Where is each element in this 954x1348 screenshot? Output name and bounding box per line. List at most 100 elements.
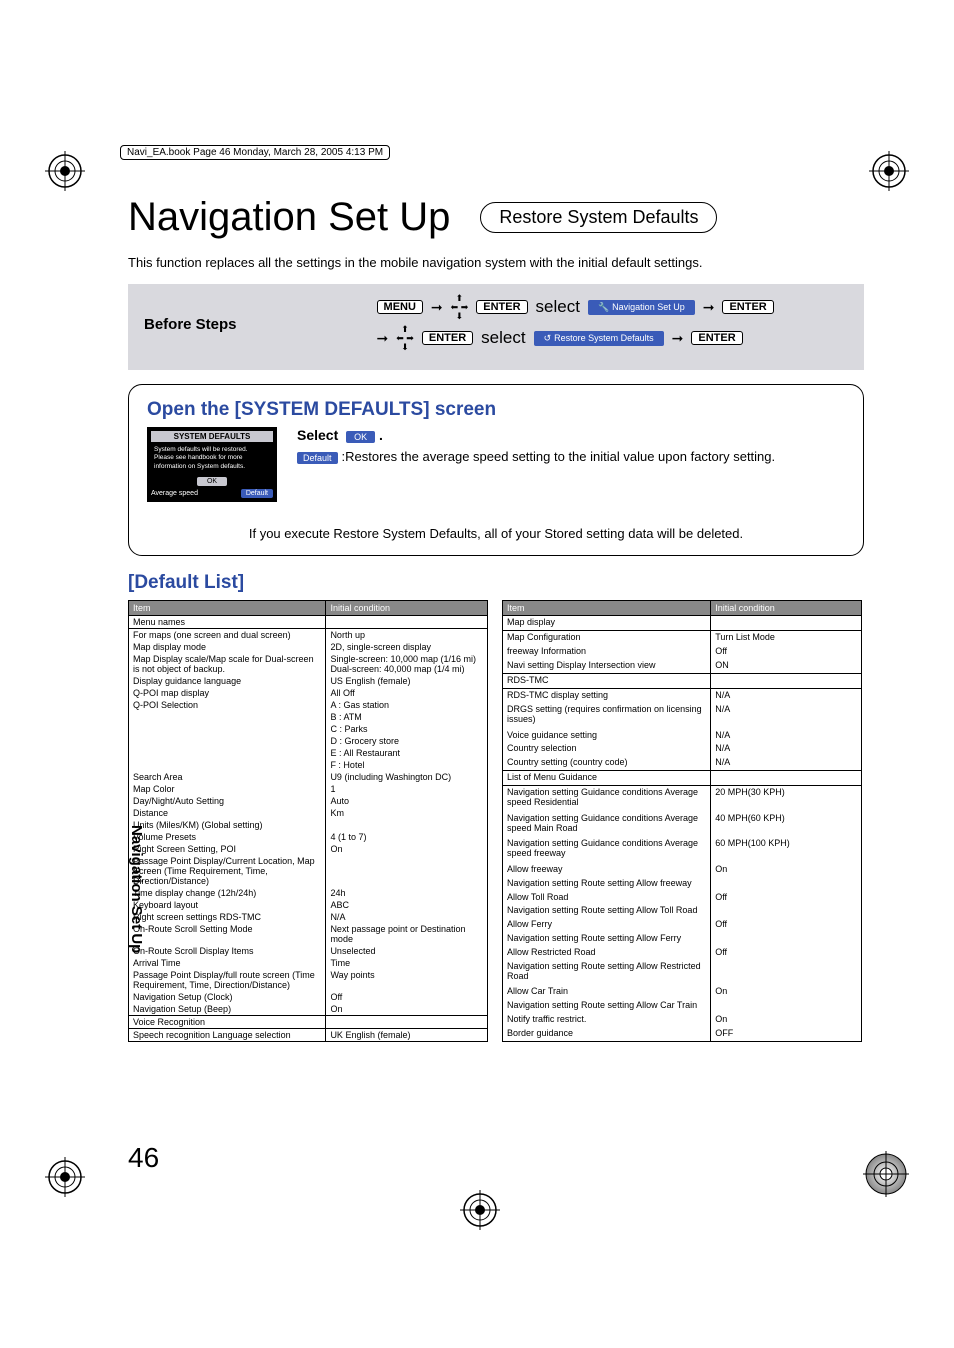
table-row: Keyboard layoutABC bbox=[129, 899, 488, 911]
table-row: Display guidance languageUS English (fem… bbox=[129, 675, 488, 687]
table-row: Q-POI SelectionA : Gas station bbox=[129, 699, 488, 711]
table-row: Allow freewayOn bbox=[503, 863, 862, 877]
table-row: Q-POI map displayAll Off bbox=[129, 687, 488, 699]
table-row: Country setting (country code)N/A bbox=[503, 756, 862, 770]
table-row: Navigation setting Guidance conditions A… bbox=[503, 786, 862, 812]
enter-button[interactable]: ENTER bbox=[722, 300, 773, 314]
page-title: Navigation Set Up bbox=[128, 195, 450, 240]
table-row: Right screen settings RDS-TMCN/A bbox=[129, 911, 488, 923]
select-label: select bbox=[536, 297, 580, 317]
table-row: RDS-TMC bbox=[503, 674, 862, 689]
intro-text: This function replaces all the settings … bbox=[128, 255, 864, 272]
table-row: Allow FerryOff bbox=[503, 918, 862, 932]
nav-setup-chip[interactable]: 🔧 Navigation Set Up bbox=[588, 300, 695, 315]
default-list-table-2: ItemInitial condition Map displayMap Con… bbox=[502, 600, 862, 1042]
table-row: DistanceKm bbox=[129, 807, 488, 819]
table-row: Units (Miles/KM) (Global setting) bbox=[129, 819, 488, 831]
table-row: Passage Point Display/full route screen … bbox=[129, 969, 488, 991]
table-row: For maps (one screen and dual screen)Nor… bbox=[129, 629, 488, 642]
flow-row-2: ➞ ⬆⬅ ➡⬇ ENTER select ↺ Restore System De… bbox=[377, 325, 848, 352]
restore-chip[interactable]: ↺ Restore System Defaults bbox=[534, 331, 664, 346]
enter-button[interactable]: ENTER bbox=[691, 331, 742, 345]
table-row: Day/Night/Auto SettingAuto bbox=[129, 795, 488, 807]
table-row: B : ATM bbox=[129, 711, 488, 723]
table-row: freeway InformationOff bbox=[503, 645, 862, 659]
crop-mark-tc bbox=[460, 1190, 500, 1230]
page-number: 46 bbox=[128, 1142, 159, 1174]
nav-cross-icon: ⬆⬅ ➡⬇ bbox=[451, 294, 469, 321]
table-row: Navigation setting Route setting Allow F… bbox=[503, 932, 862, 946]
table-row: Navigation Setup (Clock)Off bbox=[129, 991, 488, 1003]
open-box: Open the [SYSTEM DEFAULTS] screen SYSTEM… bbox=[128, 384, 864, 556]
table-row: Allow Toll RoadOff bbox=[503, 891, 862, 905]
table-row: E : All Restaurant bbox=[129, 747, 488, 759]
system-defaults-screenshot: SYSTEM DEFAULTS System defaults will be … bbox=[147, 427, 277, 502]
table-row: DRGS setting (requires confirmation on l… bbox=[503, 703, 862, 728]
warning-text: If you execute Restore System Defaults, … bbox=[147, 526, 845, 541]
table-row: Map display bbox=[503, 616, 862, 631]
table-row: Voice Recognition bbox=[129, 1016, 488, 1029]
arrow-icon: ➞ bbox=[672, 330, 684, 347]
table-row: Map ConfigurationTurn List Mode bbox=[503, 631, 862, 645]
header-info: Navi_EA.book Page 46 Monday, March 28, 2… bbox=[120, 145, 390, 160]
default-list-table-1: ItemInitial condition Menu namesFor maps… bbox=[128, 600, 488, 1042]
select-label: select bbox=[481, 328, 525, 348]
table-row: F : Hotel bbox=[129, 759, 488, 771]
table-row: RDS-TMC display settingN/A bbox=[503, 689, 862, 703]
table-row: Navigation setting Route setting Allow R… bbox=[503, 960, 862, 985]
arrow-icon: ➞ bbox=[431, 299, 443, 316]
table-row: Speech recognition Language selectionUK … bbox=[129, 1029, 488, 1042]
table-row: Country selectionN/A bbox=[503, 742, 862, 756]
table-row: Notify traffic restrict.On bbox=[503, 1013, 862, 1027]
table-row: Passage Point Display/Current Location, … bbox=[129, 855, 488, 887]
ok-button[interactable]: OK bbox=[197, 477, 227, 486]
table-row: Right Screen Setting, POIOn bbox=[129, 843, 488, 855]
select-line: Select OK . bbox=[297, 427, 845, 443]
crop-mark-bl bbox=[45, 1157, 85, 1197]
crop-mark-tr bbox=[869, 151, 909, 191]
default-button[interactable]: Default bbox=[241, 489, 273, 498]
arrow-icon: ➞ bbox=[703, 299, 715, 316]
enter-button[interactable]: ENTER bbox=[422, 331, 473, 345]
before-steps-label: Before Steps bbox=[144, 316, 237, 333]
nav-cross-icon: ⬆⬅ ➡⬇ bbox=[396, 325, 414, 352]
table-row: Border guidanceOFF bbox=[503, 1027, 862, 1042]
table-row: Volume Presets4 (1 to 7) bbox=[129, 831, 488, 843]
table-row: Navigation Setup (Beep)On bbox=[129, 1003, 488, 1016]
table-row: D : Grocery store bbox=[129, 735, 488, 747]
table-row: Map display mode2D, single-screen displa… bbox=[129, 641, 488, 653]
table-row: Map Display scale/Map scale for Dual-scr… bbox=[129, 653, 488, 675]
crop-mark-br bbox=[863, 1151, 909, 1197]
restore-description: Default:Restores the average speed setti… bbox=[297, 449, 845, 466]
table-row: Menu names bbox=[129, 616, 488, 629]
table-row: C : Parks bbox=[129, 723, 488, 735]
default-chip[interactable]: Default bbox=[297, 452, 338, 464]
table-row: On-Route Scroll Display ItemsUnselected bbox=[129, 945, 488, 957]
before-steps-box: Before Steps MENU ➞ ⬆⬅ ➡⬇ ENTER select 🔧… bbox=[128, 284, 864, 370]
menu-button[interactable]: MENU bbox=[377, 300, 423, 314]
table-row: On-Route Scroll Setting ModeNext passage… bbox=[129, 923, 488, 945]
table-row: Map Color1 bbox=[129, 783, 488, 795]
flow-row-1: MENU ➞ ⬆⬅ ➡⬇ ENTER select 🔧 Navigation S… bbox=[377, 294, 848, 321]
table-row: List of Menu Guidance bbox=[503, 771, 862, 786]
ok-chip[interactable]: OK bbox=[346, 431, 375, 443]
table-row: Search AreaU9 (including Washington DC) bbox=[129, 771, 488, 783]
default-list-title: [Default List] bbox=[128, 572, 864, 594]
sub-title: Restore System Defaults bbox=[480, 202, 717, 233]
table-row: Arrival TimeTime bbox=[129, 957, 488, 969]
side-tab: Navigation Set Up bbox=[128, 825, 145, 953]
table-row: Navigation setting Guidance conditions A… bbox=[503, 812, 862, 837]
table-row: Navigation setting Route setting Allow C… bbox=[503, 999, 862, 1013]
table-row: Navigation setting Guidance conditions A… bbox=[503, 837, 862, 862]
table-row: Navigation setting Route setting Allow f… bbox=[503, 877, 862, 891]
table-row: Allow Restricted RoadOff bbox=[503, 946, 862, 960]
table-row: Time display change (12h/24h)24h bbox=[129, 887, 488, 899]
arrow-icon: ➞ bbox=[377, 330, 389, 347]
table-row: Navi setting Display Intersection viewON bbox=[503, 659, 862, 673]
crop-mark-tl bbox=[45, 151, 85, 191]
table-row: Allow Car TrainOn bbox=[503, 985, 862, 999]
table-row: Navigation setting Route setting Allow T… bbox=[503, 904, 862, 918]
open-title: Open the [SYSTEM DEFAULTS] screen bbox=[147, 399, 845, 421]
enter-button[interactable]: ENTER bbox=[476, 300, 527, 314]
average-speed-label: Average speed bbox=[151, 490, 198, 497]
